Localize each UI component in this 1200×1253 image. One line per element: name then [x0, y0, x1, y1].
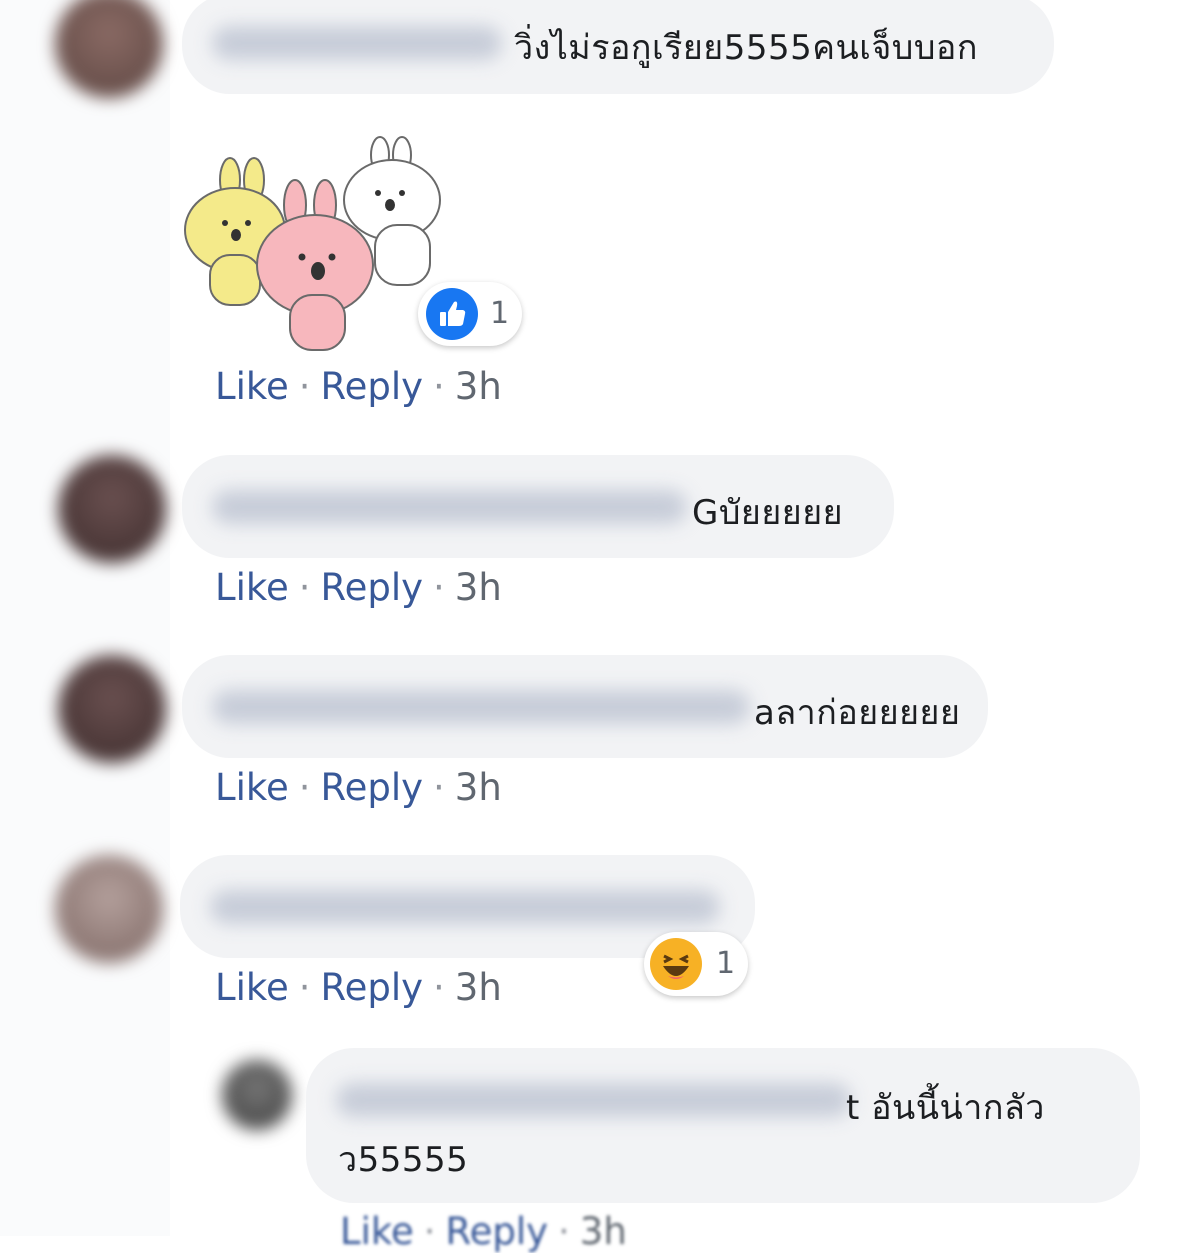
three-bunnies-sticker — [184, 136, 441, 351]
blurred-author-name — [212, 690, 750, 724]
timestamp[interactable]: 3h — [455, 766, 502, 809]
like-link[interactable]: Like — [215, 966, 289, 1009]
left-gutter — [0, 0, 170, 1236]
timestamp[interactable]: 3h — [455, 966, 502, 1009]
reaction-badge[interactable]: 1 — [418, 282, 522, 346]
separator: · — [298, 365, 311, 408]
comment-actions: Like · Reply · 3h — [215, 365, 502, 408]
blurred-author-name — [212, 490, 687, 524]
reaction-badge[interactable]: 1 — [644, 932, 748, 996]
haha-icon — [650, 938, 702, 990]
reply-link[interactable]: Reply — [321, 566, 423, 609]
blurred-comment-text — [210, 890, 720, 924]
reply-bubble: t อันนี้น่ากลัว ว55555 — [306, 1048, 1140, 1203]
reply-link[interactable]: Reply — [321, 766, 423, 809]
comment-actions: Like · Reply · 3h — [215, 966, 502, 1009]
separator: · — [433, 766, 445, 809]
comment-actions: Like · Reply · 3h — [215, 766, 502, 809]
like-link[interactable]: Like — [340, 1210, 414, 1253]
comment-bubble: aลาก่อยยยยย — [182, 655, 988, 758]
comment-bubble: วิ่งไม่รอกูเรียย5555คนเจ็บบอก — [182, 0, 1054, 94]
separator: · — [433, 566, 445, 609]
reaction-count: 1 — [716, 946, 736, 981]
comment-text: วิ่งไม่รอกูเรียย5555คนเจ็บบอก — [514, 28, 978, 68]
separator: · — [558, 1210, 570, 1253]
reply-text-line2: ว55555 — [338, 1140, 469, 1180]
separator: · — [423, 1210, 436, 1253]
reply-actions: Like · Reply · 3h — [340, 1210, 627, 1253]
separator: · — [298, 766, 311, 809]
like-link[interactable]: Like — [215, 566, 289, 609]
separator: · — [298, 566, 311, 609]
timestamp[interactable]: 3h — [455, 566, 502, 609]
comment-text: aลาก่อยยยยย — [754, 693, 961, 733]
reaction-count: 1 — [490, 296, 510, 331]
reply-avatar[interactable] — [222, 1060, 292, 1130]
reply-text-line1: t อันนี้น่ากลัว — [846, 1088, 1045, 1128]
avatar[interactable] — [55, 855, 163, 963]
separator: · — [433, 966, 445, 1009]
like-icon — [426, 288, 478, 340]
like-link[interactable]: Like — [215, 365, 289, 408]
avatar[interactable] — [58, 455, 166, 563]
separator: · — [298, 966, 311, 1009]
comment-actions: Like · Reply · 3h — [215, 566, 502, 609]
comment-text: Gบัยยยยย — [692, 493, 844, 533]
reply-link[interactable]: Reply — [321, 365, 423, 408]
sticker — [180, 135, 450, 360]
comment-bubble: Gบัยยยยย — [182, 455, 894, 558]
like-link[interactable]: Like — [215, 766, 289, 809]
blurred-author-name — [212, 26, 502, 60]
blurred-author-name — [336, 1083, 851, 1117]
avatar[interactable] — [58, 655, 166, 763]
timestamp[interactable]: 3h — [580, 1210, 627, 1253]
reply-link[interactable]: Reply — [321, 966, 423, 1009]
separator: · — [433, 365, 445, 408]
timestamp[interactable]: 3h — [455, 365, 502, 408]
reply-link[interactable]: Reply — [446, 1210, 548, 1253]
